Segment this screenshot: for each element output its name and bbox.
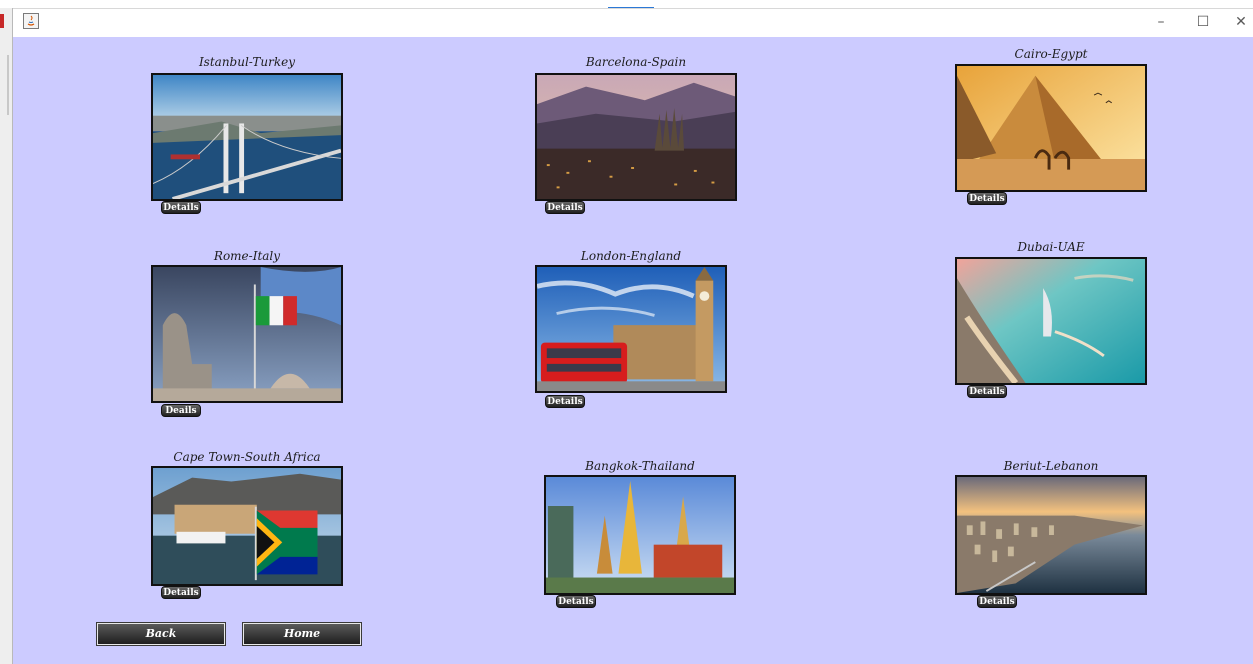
destination-title: Istanbul-Turkey (198, 55, 296, 69)
minimize-icon: – (1157, 14, 1165, 30)
cairo-photo (955, 64, 1147, 192)
maximize-icon: ☐ (1196, 14, 1210, 30)
destination-title: Dubai-UAE (1017, 240, 1085, 254)
istanbul-photo (151, 73, 343, 201)
maximize-button[interactable]: ☐ (1185, 11, 1221, 33)
destinations-panel: Istanbul-Turkey Details Barcelona-Spain … (13, 37, 1253, 664)
destination-title: Bangkok-Thailand (585, 459, 695, 473)
destination-card-dubai: Dubai-UAE Details (955, 240, 1147, 402)
destination-title: Beriut-Lebanon (1003, 459, 1099, 473)
destination-card-cairo: Cairo-Egypt Details (955, 47, 1147, 207)
java-app-icon (23, 13, 39, 29)
capetown-photo (151, 466, 343, 586)
destination-card-london: London-England Details (535, 249, 727, 411)
bangkok-photo (544, 475, 736, 595)
london-details-button[interactable]: Details (545, 395, 585, 408)
back-button[interactable]: Back (96, 622, 226, 646)
capetown-details-button[interactable]: Details (161, 586, 201, 599)
bangkok-details-button[interactable]: Details (556, 595, 596, 608)
dubai-photo (955, 257, 1147, 385)
desktop-top-strip (0, 0, 1253, 9)
destination-title: Rome-Italy (213, 249, 281, 263)
beirut-details-button[interactable]: Details (977, 595, 1017, 608)
destination-card-bangkok: Bangkok-Thailand Details (544, 459, 736, 609)
minimize-button[interactable]: – (1143, 11, 1179, 33)
rome-details-button[interactable]: Deails (161, 404, 201, 417)
london-photo (535, 265, 727, 393)
home-button[interactable]: Home (242, 622, 362, 646)
beirut-photo (955, 475, 1147, 595)
destination-card-istanbul: Istanbul-Turkey Details (151, 55, 343, 215)
close-icon: ✕ (1235, 14, 1247, 30)
background-window-mark (0, 14, 4, 28)
rome-photo (151, 265, 343, 403)
title-bar[interactable]: – ☐ ✕ (13, 8, 1253, 37)
destination-card-barcelona: Barcelona-Spain Details (535, 55, 737, 215)
barcelona-photo (535, 73, 737, 201)
destination-title: Cairo-Egypt (1014, 47, 1088, 61)
destination-card-beirut: Beriut-Lebanon Details (955, 459, 1147, 609)
barcelona-details-button[interactable]: Details (545, 201, 585, 214)
destination-card-capetown: Cape Town-South Africa Details (151, 450, 343, 612)
destination-title: Cape Town-South Africa (173, 450, 321, 464)
background-window-edge (0, 0, 13, 664)
istanbul-details-button[interactable]: Details (161, 201, 201, 214)
destination-title: London-England (580, 249, 682, 263)
dubai-details-button[interactable]: Details (967, 385, 1007, 398)
destination-card-rome: Rome-Italy Deails (151, 249, 343, 419)
cairo-details-button[interactable]: Details (967, 192, 1007, 205)
app-window: – ☐ ✕ Istanbul-Turkey Details Barcelona-… (0, 0, 1253, 664)
background-window-grip (7, 55, 9, 115)
close-button[interactable]: ✕ (1223, 11, 1253, 33)
destination-title: Barcelona-Spain (585, 55, 687, 69)
